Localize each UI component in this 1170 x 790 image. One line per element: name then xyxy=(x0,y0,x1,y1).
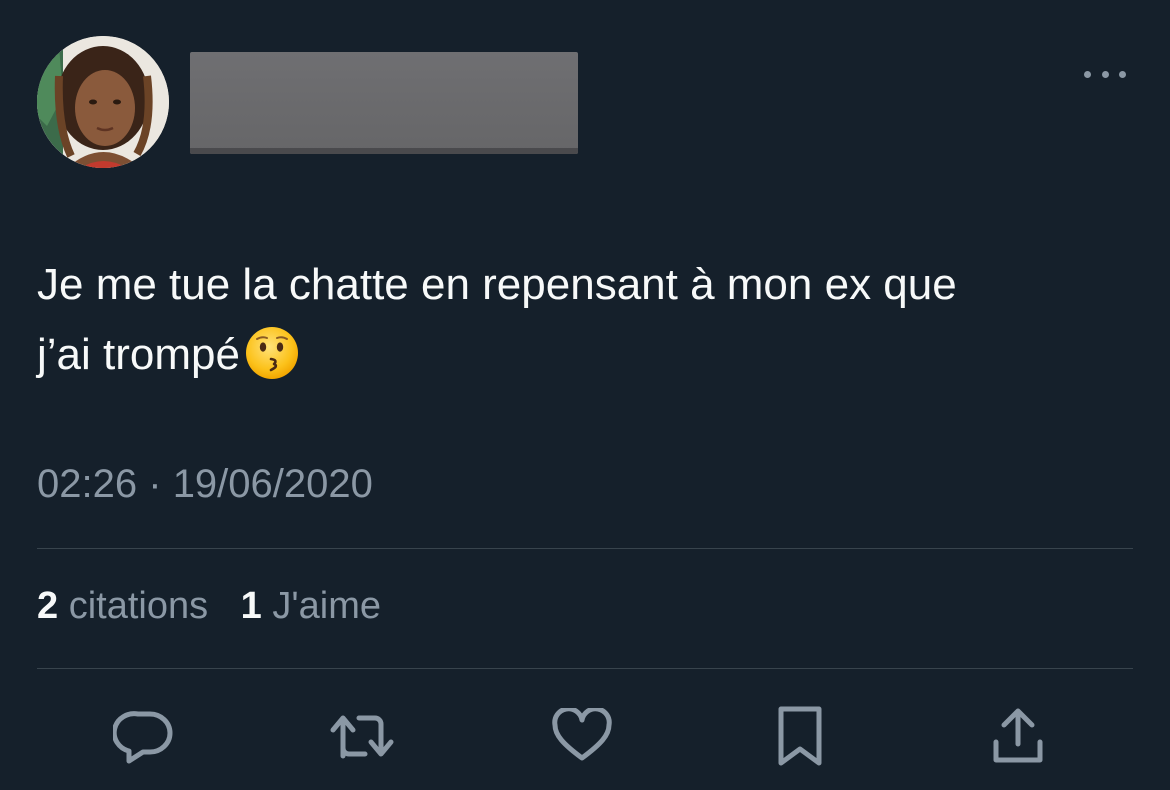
reply-button[interactable] xyxy=(108,700,180,772)
likes-label: J'aime xyxy=(272,585,381,627)
avatar[interactable] xyxy=(37,36,169,168)
kissing-face-icon xyxy=(245,327,298,379)
avatar-image xyxy=(37,36,169,168)
bookmark-icon xyxy=(778,706,822,766)
tweet-text-line2: j’ai trompé xyxy=(37,330,240,379)
like-button[interactable] xyxy=(546,700,618,772)
reply-icon xyxy=(113,711,173,764)
quotes-count: 2 xyxy=(37,585,59,627)
share-icon xyxy=(993,708,1043,763)
bookmark-button[interactable] xyxy=(764,700,836,772)
action-bar xyxy=(0,700,1170,772)
tweet-text: Je me tue la chatte en repensant à mon e… xyxy=(37,250,1137,390)
more-dot xyxy=(1084,70,1091,78)
more-dot xyxy=(1101,70,1109,78)
divider xyxy=(37,548,1133,549)
likes-stat[interactable]: 1 J'aime xyxy=(241,585,381,627)
like-icon xyxy=(552,708,612,761)
likes-count: 1 xyxy=(240,585,262,627)
meta-separator: · xyxy=(148,462,162,506)
retweet-button[interactable] xyxy=(326,700,398,772)
more-dot xyxy=(1119,70,1126,78)
tweet-time: 02:26 xyxy=(37,462,138,506)
share-button[interactable] xyxy=(982,700,1054,772)
tweet-timestamp[interactable]: 02:26 · 19/06/2020 xyxy=(37,462,373,507)
tweet-text-line1: Je me tue la chatte en repensant à mon e… xyxy=(37,260,957,309)
quotes-label: citations xyxy=(68,585,209,627)
divider xyxy=(37,668,1133,669)
tweet-date: 19/06/2020 xyxy=(172,462,373,506)
engagement-stats: 2 citations 1 J'aime xyxy=(37,585,403,628)
redacted-username xyxy=(190,52,578,154)
quotes-stat[interactable]: 2 citations xyxy=(37,585,208,627)
more-options-button[interactable] xyxy=(1080,60,1130,88)
tweet-detail: Je me tue la chatte en repensant à mon e… xyxy=(0,0,1170,790)
retweet-icon xyxy=(330,715,394,759)
